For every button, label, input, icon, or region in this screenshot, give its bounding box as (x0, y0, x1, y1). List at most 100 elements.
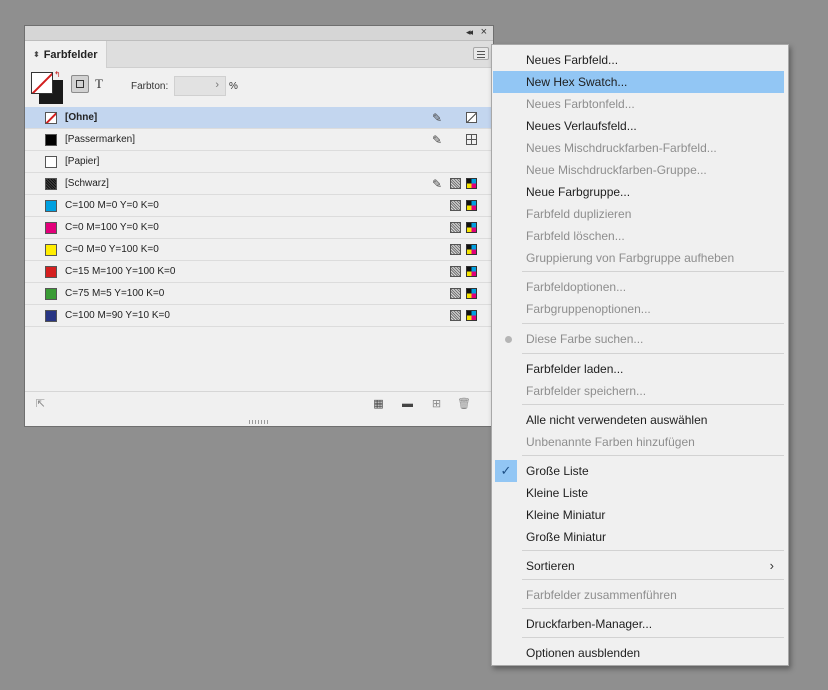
swatch-row-passermarken[interactable]: [Passermarken] ✎ (25, 129, 493, 151)
tab-label: Farbfelder (43, 48, 98, 61)
menu-item-optionen-ausblenden[interactable]: Optionen ausblenden (493, 642, 784, 664)
swap-icon[interactable]: ↰ (54, 70, 61, 79)
swatch-name: C=100 M=90 Y=10 K=0 (65, 310, 170, 321)
menu-separator (522, 353, 784, 354)
text-format-button[interactable]: T (95, 76, 103, 92)
submenu-arrow-icon: › (769, 558, 774, 573)
panel-titlebar: ◂◂ × (25, 26, 493, 41)
no-edit-icon: ✎ (432, 133, 443, 147)
cmyk-icon (466, 178, 477, 189)
menu-item-farbfelder-laden[interactable]: Farbfelder laden... (493, 358, 784, 380)
cmyk-icon (466, 200, 477, 211)
cmyk-icon (466, 222, 477, 233)
swatch-chip (45, 222, 57, 234)
swatch-name: [Passermarken] (65, 134, 136, 145)
swatch-controls: ↰ T Farbton: › % (25, 67, 493, 105)
menu-separator (522, 271, 784, 272)
swatch-row-schwarz[interactable]: [Schwarz] ✎ (25, 173, 493, 195)
menu-item-new-hex-swatch[interactable]: New Hex Swatch... (493, 71, 784, 93)
swatch-view-icon[interactable]: ▦ (372, 398, 385, 411)
menu-item-neues-verlaufsfeld[interactable]: Neues Verlaufsfeld... (493, 115, 784, 137)
process-color-icon (450, 310, 461, 321)
swatch-chip (45, 288, 57, 300)
swatches-panel: ◂◂ × ⬍ Farbfelder ↰ T Farbton: › % [Ohne… (24, 25, 494, 427)
delete-swatch-icon[interactable]: 🗑 (457, 398, 471, 411)
menu-item-farbfeld-loeschen: Farbfeld löschen... (526, 229, 625, 243)
close-icon[interactable]: × (481, 26, 487, 38)
add-to-cc-library-icon[interactable]: ⇱ (34, 398, 47, 411)
menu-item-farbgruppenoptionen: Farbgruppenoptionen... (526, 302, 651, 316)
none-type-icon (466, 112, 477, 123)
menu-item-farbfeldoptionen: Farbfeldoptionen... (526, 280, 627, 294)
no-edit-icon: ✎ (432, 111, 443, 125)
swatch-chip (45, 310, 57, 322)
swatch-name: C=0 M=0 Y=100 K=0 (65, 244, 159, 255)
menu-item-kleine-miniatur[interactable]: Kleine Miniatur (493, 504, 784, 526)
menu-separator (522, 404, 784, 405)
menu-item-neues-farbtonfeld: Neues Farbtonfeld... (526, 97, 635, 111)
swatch-list: [Ohne] ✎ [Passermarken] ✎ [Papier] [Schw… (25, 107, 493, 327)
menu-item-grosse-liste[interactable]: ✓ Große Liste (493, 460, 784, 482)
bullet-icon (505, 336, 512, 343)
fill-icon[interactable] (31, 72, 53, 94)
container-format-button[interactable] (71, 75, 89, 93)
swatch-chip (45, 266, 57, 278)
menu-item-mischdruckfarben-farbfeld: Neues Mischdruckfarben-Farbfeld... (526, 141, 717, 155)
menu-item-zusammenfuehren: Farbfelder zusammenführen (526, 588, 677, 602)
menu-item-druckfarben-manager[interactable]: Druckfarben-Manager... (493, 613, 784, 635)
swatch-name: C=15 M=100 Y=100 K=0 (65, 266, 176, 277)
swatch-name: [Ohne] (65, 112, 98, 123)
no-edit-icon: ✎ (432, 177, 443, 191)
swatch-name: [Schwarz] (65, 178, 109, 189)
menu-item-kleine-liste[interactable]: Kleine Liste (493, 482, 784, 504)
menu-item-unbenannte-farben: Unbenannte Farben hinzufügen (526, 435, 695, 449)
chevron-right-icon[interactable]: › (215, 79, 219, 91)
swatch-chip (45, 244, 57, 256)
menu-separator (522, 550, 784, 551)
cmyk-icon (466, 266, 477, 277)
panel-menu-button[interactable] (473, 47, 489, 60)
menu-item-grosse-miniatur[interactable]: Große Miniatur (493, 526, 784, 548)
menu-item-neue-farbgruppe[interactable]: Neue Farbgruppe... (493, 181, 784, 203)
process-color-icon (450, 266, 461, 277)
swatch-row-yellow[interactable]: C=0 M=0 Y=100 K=0 (25, 239, 493, 261)
menu-separator (522, 323, 784, 324)
menu-separator (522, 608, 784, 609)
swatch-row-green[interactable]: C=75 M=5 Y=100 K=0 (25, 283, 493, 305)
menu-item-alle-nicht-verwendeten[interactable]: Alle nicht verwendeten auswählen (493, 409, 784, 431)
menu-item-farbfelder-speichern: Farbfelder speichern... (526, 384, 647, 398)
swatch-chip (45, 200, 57, 212)
swatch-row-cyan[interactable]: C=100 M=0 Y=0 K=0 (25, 195, 493, 217)
fill-stroke-selector[interactable]: ↰ (31, 70, 63, 104)
swatch-name: C=75 M=5 Y=100 K=0 (65, 288, 165, 299)
swatch-name: C=0 M=100 Y=0 K=0 (65, 222, 159, 233)
swatch-chip (45, 134, 57, 146)
menu-item-neues-farbfeld[interactable]: Neues Farbfeld... (493, 49, 784, 71)
menu-separator (522, 579, 784, 580)
new-swatch-icon[interactable]: ⊞ (430, 398, 443, 411)
cmyk-icon (466, 310, 477, 321)
process-color-icon (450, 222, 461, 233)
resize-grip[interactable] (249, 420, 269, 424)
swatch-row-red[interactable]: C=15 M=100 Y=100 K=0 (25, 261, 493, 283)
menu-item-farbfeld-duplizieren: Farbfeld duplizieren (526, 207, 632, 221)
menu-separator (522, 637, 784, 638)
menu-item-mischdruckfarben-gruppe: Neue Mischdruckfarben-Gruppe... (526, 163, 707, 177)
process-color-icon (450, 244, 461, 255)
farbton-input[interactable]: › (174, 76, 226, 96)
panel-tab-row: ⬍ Farbfelder (25, 41, 493, 68)
menu-item-gruppierung-aufheben: Gruppierung von Farbgruppe aufheben (526, 251, 735, 265)
swatch-row-papier[interactable]: [Papier] (25, 151, 493, 173)
collapse-icon[interactable]: ◂◂ (466, 27, 473, 38)
swatch-row-ohne[interactable]: [Ohne] ✎ (25, 107, 493, 129)
menu-item-diese-farbe-suchen: Diese Farbe suchen... (493, 328, 784, 350)
swatch-chip (45, 156, 57, 168)
menu-item-sortieren[interactable]: Sortieren › (493, 555, 784, 577)
expand-icon[interactable]: ⬍ (33, 50, 40, 59)
swatch-row-magenta[interactable]: C=0 M=100 Y=0 K=0 (25, 217, 493, 239)
swatch-row-blue[interactable]: C=100 M=90 Y=10 K=0 (25, 305, 493, 327)
new-color-group-icon[interactable]: ▬ (401, 398, 414, 411)
tab-farbfelder[interactable]: ⬍ Farbfelder (25, 41, 107, 68)
registration-icon (466, 134, 477, 145)
swatch-chip (45, 112, 57, 124)
